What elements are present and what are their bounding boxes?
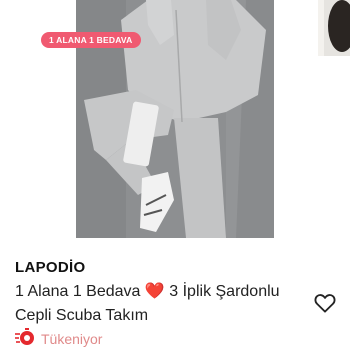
brand-name[interactable]: LAPODİO bbox=[15, 259, 85, 276]
heart-emoji: ❤️ bbox=[144, 283, 165, 300]
stopwatch-icon bbox=[15, 327, 35, 351]
product-title[interactable]: 1 Alana 1 Bedava ❤️ 3 İplik Şardonlu Cep… bbox=[15, 280, 310, 328]
promo-badge: 1 ALANA 1 BEDAVA bbox=[41, 32, 141, 48]
next-product-photo bbox=[318, 0, 350, 56]
product-card[interactable]: 1 ALANA 1 BEDAVA LAPODİO 1 Alana 1 Bedav… bbox=[0, 0, 350, 350]
title-text-start: 1 Alana 1 Bedava bbox=[15, 283, 141, 300]
favorite-button[interactable] bbox=[312, 292, 338, 318]
heart-outline-icon bbox=[314, 293, 336, 318]
next-product-image[interactable] bbox=[318, 0, 350, 56]
stock-status: Tükeniyor bbox=[15, 327, 103, 351]
stock-status-text: Tükeniyor bbox=[41, 331, 103, 347]
